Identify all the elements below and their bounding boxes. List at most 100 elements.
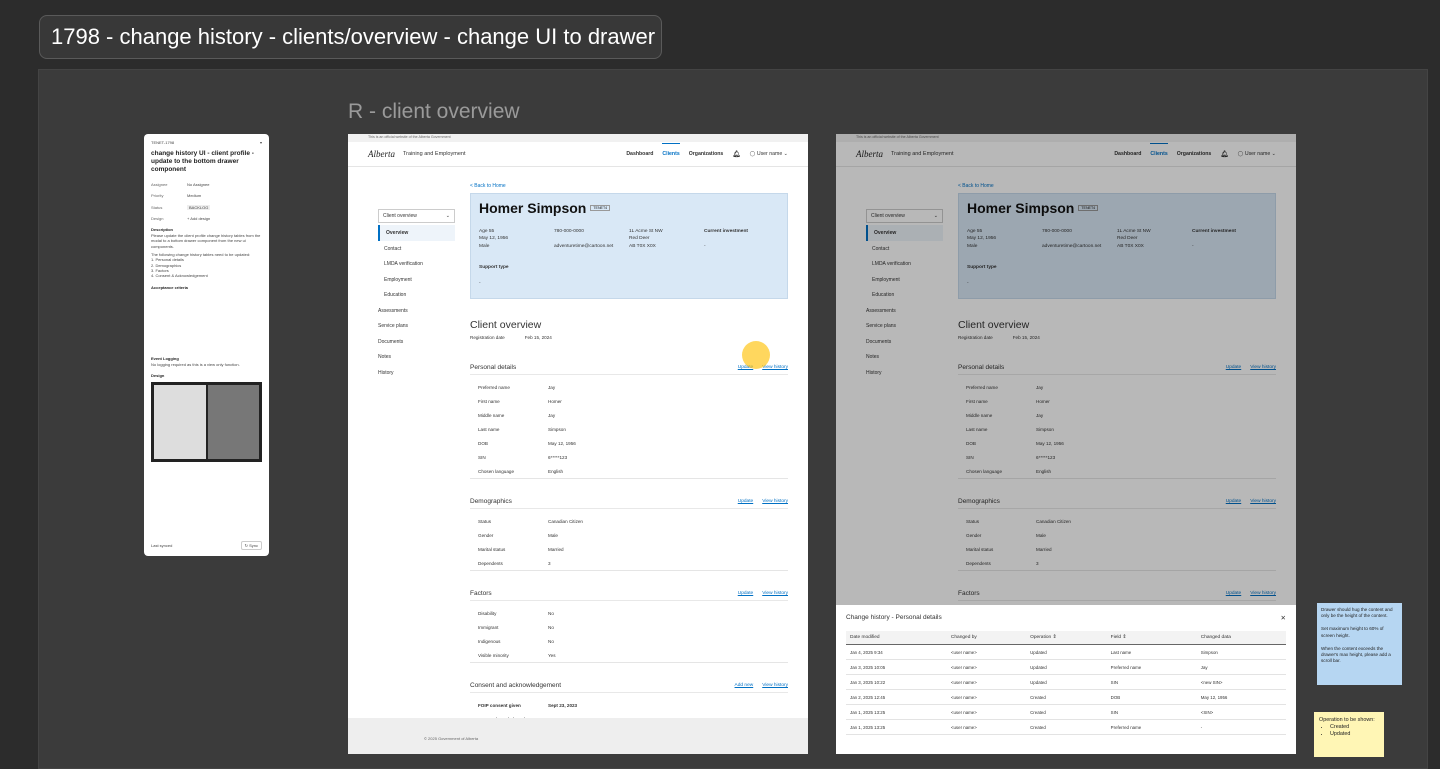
side-item-overview[interactable]: Overview <box>378 225 455 241</box>
client-overview-frame: This is an official website of the Alber… <box>348 134 808 754</box>
table-cell: Jan 3, 2025 10:05 <box>846 659 947 675</box>
note-title: Operation to be shown: <box>1319 717 1375 723</box>
detail-value: 3 <box>548 560 551 566</box>
assignee-value[interactable]: No Assignee <box>187 182 209 187</box>
close-icon[interactable]: ✕ <box>1281 614 1286 622</box>
personal-details-title: Personal details <box>470 364 517 371</box>
side-item-contact[interactable]: Contact <box>378 241 455 257</box>
detail-value: English <box>548 468 564 474</box>
ticket-card[interactable]: TENET-1798 ▾ change history UI - client p… <box>144 134 269 556</box>
nav-dashboard[interactable]: Dashboard <box>626 151 653 157</box>
add-new-link[interactable]: Add new <box>735 683 754 688</box>
table-row: Jan 4, 2025 9:34 <user name> Updated Last n… <box>846 644 1286 660</box>
nav-clients[interactable]: Clients <box>662 143 680 157</box>
page-title: 1798 - change history - clients/overview… <box>39 15 662 59</box>
side-item-education[interactable]: Education <box>378 287 455 303</box>
side-item-assessments[interactable]: Assessments <box>378 303 455 319</box>
registration-label: Registration date <box>470 335 505 340</box>
side-item-service-plans[interactable]: Service plans <box>378 318 455 334</box>
detail-row: Status Canadian Citizen <box>478 514 788 528</box>
detail-row: Preferred name Jay <box>478 380 788 394</box>
side-item-lmda[interactable]: LMDA verification <box>378 256 455 272</box>
table-cell: Updated <box>1026 659 1107 675</box>
side-item-employment[interactable]: Employment <box>378 272 455 288</box>
detail-label: Last name <box>478 426 500 432</box>
detail-value: Yes <box>548 652 556 658</box>
col-operation-label: Operation <box>1030 635 1052 640</box>
table-cell: Updated <box>1026 644 1107 660</box>
acceptance-text <box>151 290 262 350</box>
detail-label: Indigenous <box>478 638 501 644</box>
client-overview-select[interactable]: Client overview ⌄ <box>378 209 455 223</box>
add-design-button[interactable]: + Add design <box>187 216 210 221</box>
sticky-note-blue[interactable]: Drawer should hug the content and only b… <box>1317 603 1402 685</box>
demographics-section: Demographics Update View history Status Can… <box>470 498 788 571</box>
table-cell: Jan 3, 2025 10:22 <box>846 674 947 690</box>
support-value: - <box>479 280 481 286</box>
client-dob: May 12, 1956 <box>479 236 509 242</box>
view-history-link[interactable]: View history <box>762 365 788 370</box>
note-item: Created <box>1330 724 1379 731</box>
view-history-link[interactable]: View history <box>762 683 788 688</box>
detail-label: Marital status <box>478 546 506 552</box>
note-text: Set maximum height to 60% of screen heig… <box>1321 626 1384 638</box>
back-link[interactable]: < Back to Home <box>470 183 788 189</box>
view-history-link[interactable]: View history <box>762 499 788 504</box>
note-item: Updated <box>1330 731 1379 738</box>
design-thumbnail[interactable] <box>151 382 262 463</box>
status-badge[interactable]: BACKLOG <box>187 204 211 210</box>
table-cell: <user name> <box>946 704 1027 720</box>
side-item-notes[interactable]: Notes <box>378 349 455 365</box>
alberta-logo: Alberta <box>368 149 395 159</box>
detail-value: Jay <box>548 412 556 418</box>
bell-icon[interactable]: 🔔︎ <box>732 150 740 158</box>
table-cell: Jay <box>1196 659 1286 675</box>
note-text: Drawer should hug the content and only b… <box>1321 607 1393 619</box>
table-row: Jan 1, 2025 13:25 <user name> Created Prefe… <box>846 719 1286 735</box>
update-link[interactable]: Update <box>738 591 753 596</box>
table-row: Jan 3, 2025 10:22 <user name> Updated SIN <n… <box>846 674 1286 690</box>
nav-organizations[interactable]: Organizations <box>689 151 724 157</box>
overlay-backdrop[interactable] <box>836 134 1296 605</box>
last-synced: Last synced <box>151 542 173 548</box>
col-operation[interactable]: Operation ⇕ <box>1026 631 1107 645</box>
sticky-note-yellow[interactable]: Operation to be shown: CreatedUpdated <box>1314 712 1384 757</box>
side-item-documents[interactable]: Documents <box>378 334 455 350</box>
table-cell: <user name> <box>946 674 1027 690</box>
table-cell: Last name <box>1106 644 1197 660</box>
update-link[interactable]: Update <box>738 499 753 504</box>
frame-label: R - client overview <box>348 100 520 123</box>
col-date-modified: Date modified <box>846 631 947 645</box>
detail-label: Middle name <box>478 412 505 418</box>
event-text: No logging required as this is a view on… <box>151 361 240 367</box>
table-cell: SIN <box>1106 704 1197 720</box>
detail-value: Male <box>548 532 558 538</box>
priority-label: Priority <box>151 193 164 199</box>
factors-title: Factors <box>470 590 492 597</box>
priority-value[interactable]: Medium <box>187 193 201 198</box>
note-text: When the content exceeds the drawer's ma… <box>1321 645 1391 664</box>
col-field[interactable]: Field ⇕ <box>1106 631 1197 645</box>
detail-label: Disability <box>478 610 497 616</box>
detail-row: Last name Simpson <box>478 422 788 436</box>
detail-label: Status <box>478 518 492 524</box>
sync-label: Sync <box>249 542 258 548</box>
side-item-history[interactable]: History <box>378 365 455 381</box>
personal-details-section: Personal details Update View history Prefe… <box>470 364 788 479</box>
view-history-link[interactable]: View history <box>762 591 788 596</box>
table-cell: Jan 4, 2025 9:34 <box>846 644 947 660</box>
table-cell: Simpson <box>1196 644 1286 660</box>
menu-icon[interactable]: ▾ <box>260 140 262 145</box>
detail-value: Jay <box>548 384 556 390</box>
registration-date: Feb 15, 2024 <box>524 335 552 340</box>
description-text: Please update the client profile change … <box>151 232 261 249</box>
table-row: Jan 3, 2025 10:05 <user name> Updated Prefe… <box>846 659 1286 675</box>
client-city: Red Deer <box>629 236 650 242</box>
click-highlight <box>742 341 770 369</box>
table-cell: <new SIN> <box>1196 674 1286 690</box>
user-menu[interactable]: ◯ User name ⌄ <box>750 151 788 157</box>
sync-button[interactable]: ↻ Sync <box>240 540 262 550</box>
footer: © 2025 Government of Alberta <box>348 718 808 754</box>
detail-row: Middle name Jay <box>478 408 788 422</box>
detail-value: No <box>548 610 554 616</box>
